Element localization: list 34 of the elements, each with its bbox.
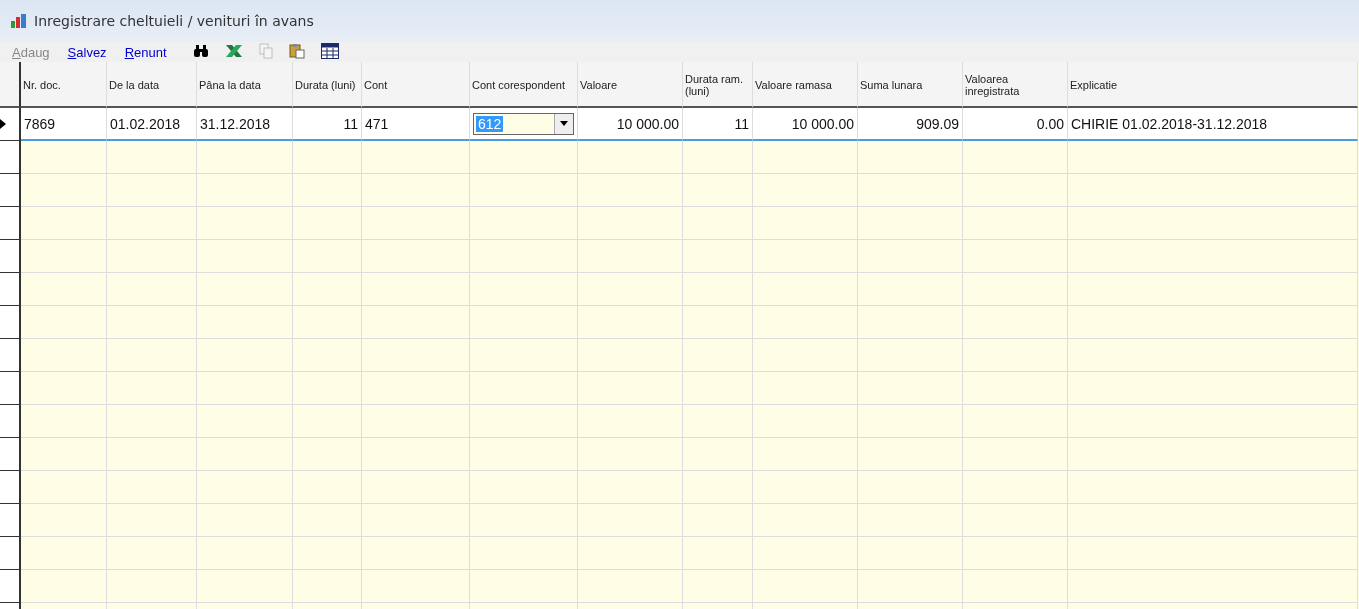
column-header[interactable]: Explicatie	[1068, 62, 1358, 108]
column-header[interactable]: Cont corespondent	[470, 62, 578, 108]
excel-icon[interactable]	[224, 43, 243, 58]
toolbar-link[interactable]: Salvez	[67, 44, 107, 60]
table-cell: CHIRIE 01.02.2018-31.12.2018	[1068, 108, 1358, 141]
paste-icon[interactable]	[288, 42, 305, 59]
window-title: Inregistrare cheltuieli / venituri în avans	[34, 13, 314, 29]
table-cell: 11	[293, 108, 362, 141]
chart-icon	[10, 13, 28, 29]
column-header[interactable]: Valoare ramasa	[753, 62, 858, 108]
grid-icon[interactable]	[320, 42, 339, 59]
column-header[interactable]: Durata (luni)	[293, 62, 362, 108]
table-cell: 10 000.00	[578, 108, 683, 141]
dropdown-arrow-icon	[560, 121, 568, 126]
table-cell: 0.00	[963, 108, 1068, 141]
column-header[interactable]: Cont	[362, 62, 470, 108]
table-cell: 7869	[21, 108, 107, 141]
row-pointer-icon	[0, 119, 6, 129]
column-header[interactable]: Suma lunara	[858, 62, 963, 108]
table-cell: 471	[362, 108, 470, 141]
table-cell: 11	[683, 108, 753, 141]
column-header[interactable]: Pâna la data	[197, 62, 293, 108]
table-cell: 31.12.2018	[197, 108, 293, 141]
binoculars-icon[interactable]	[192, 43, 209, 58]
column-header[interactable]: De la data	[107, 62, 197, 108]
column-header[interactable]: Valoarea inregistrata	[963, 62, 1068, 108]
row-indicator[interactable]	[0, 108, 21, 141]
column-header[interactable]: Durata ram. (luni)	[683, 62, 753, 108]
table-cell: 909.09	[858, 108, 963, 141]
column-header[interactable]: Valoare	[578, 62, 683, 108]
table-cell: 10 000.00	[753, 108, 858, 141]
column-header[interactable]: Nr. doc.	[21, 62, 107, 108]
toolbar-link[interactable]: Renunt	[124, 44, 167, 60]
table-cell: 01.02.2018	[107, 108, 197, 141]
